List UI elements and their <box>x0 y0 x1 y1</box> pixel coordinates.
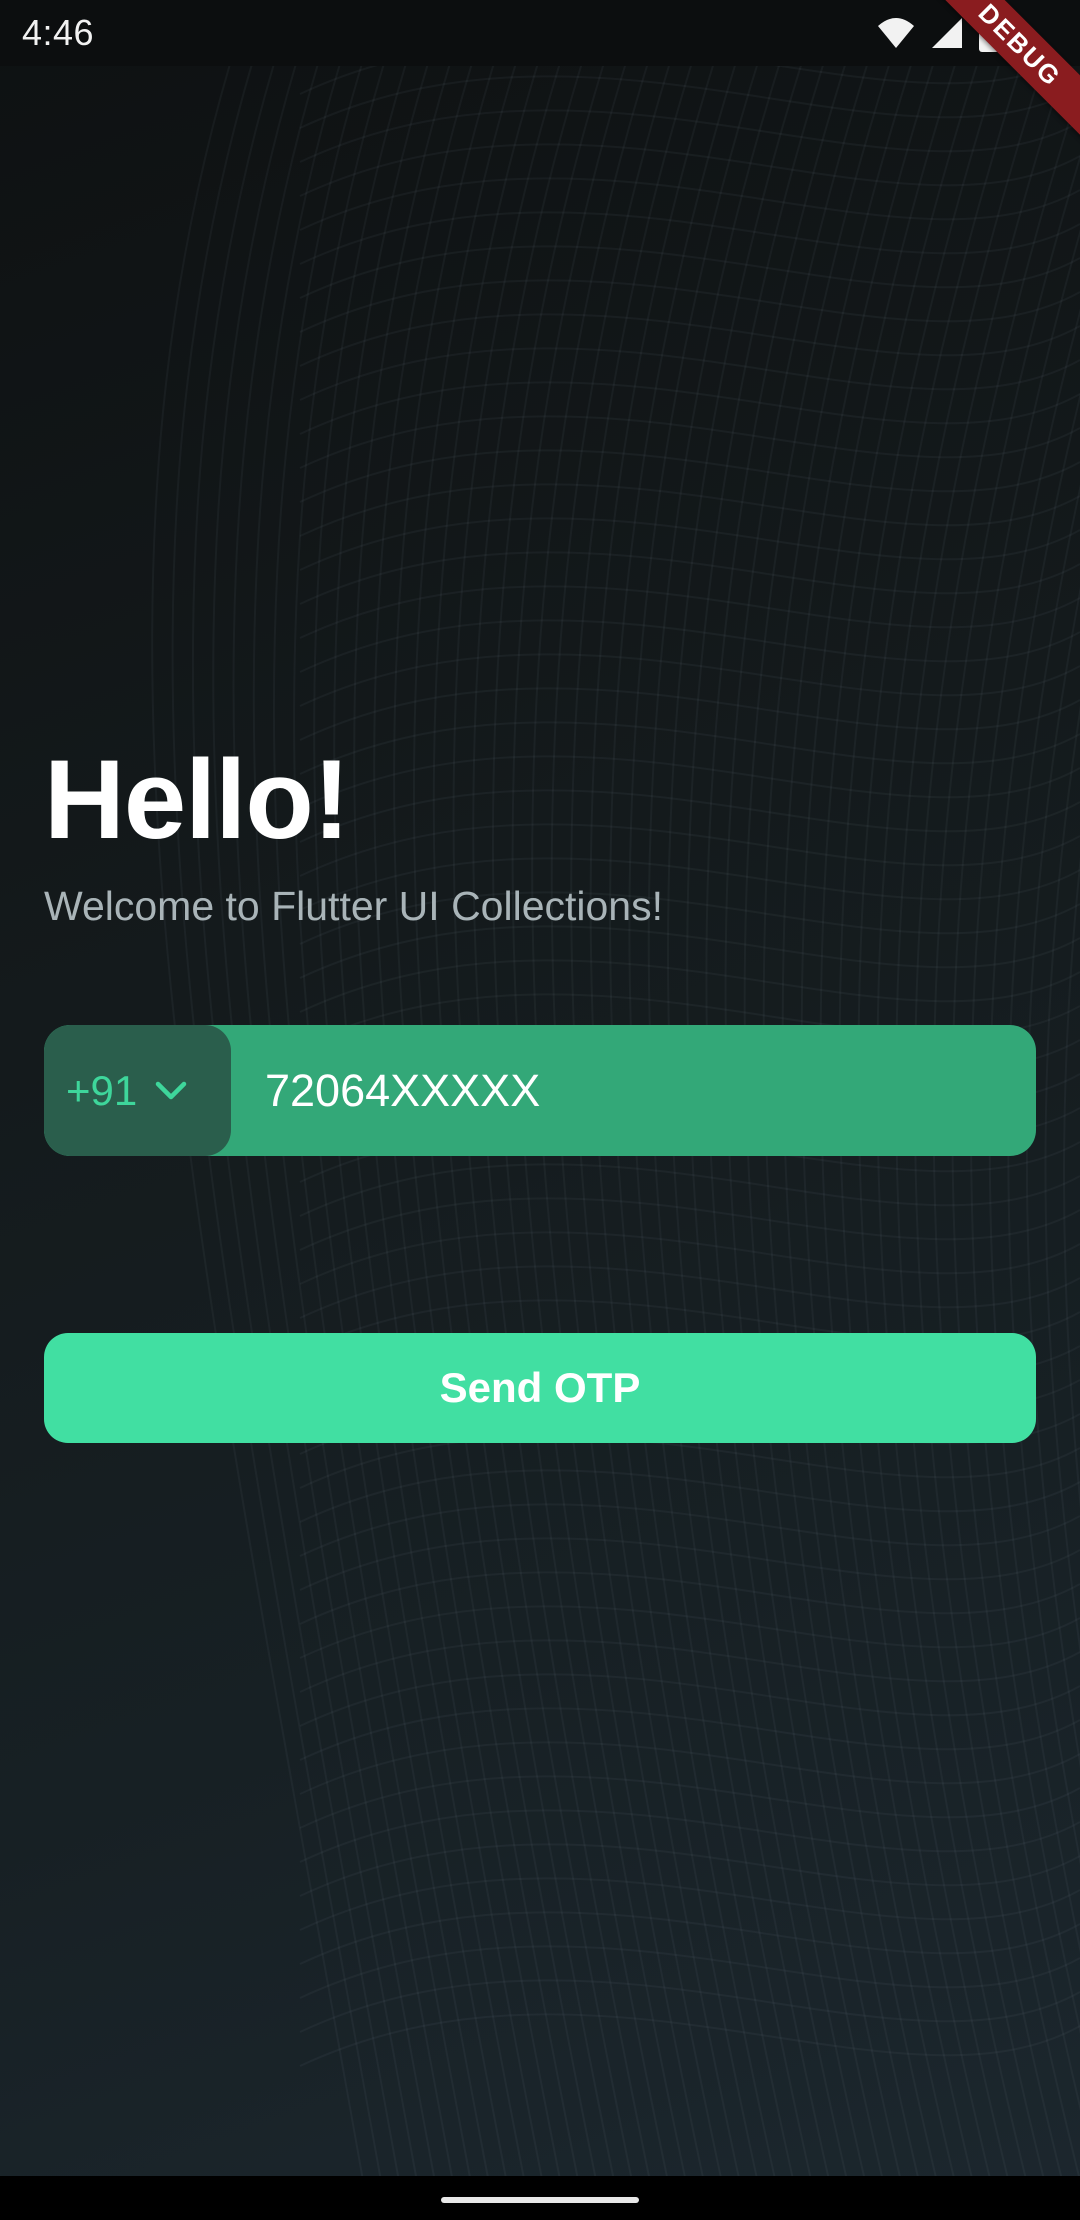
signal-icon <box>932 18 962 48</box>
page-subtitle: Welcome to Flutter UI Collections! <box>44 883 664 929</box>
home-indicator[interactable] <box>441 2197 639 2203</box>
wifi-icon <box>878 18 914 48</box>
login-screen: 4:46 DEBUG Hello! Welcome to Flutter UI … <box>0 0 1080 2220</box>
status-bar: 4:46 <box>0 0 1080 66</box>
phone-number-field: +91 <box>44 1025 1036 1156</box>
status-time: 4:46 <box>22 12 95 53</box>
country-code-dropdown[interactable]: +91 <box>44 1025 231 1156</box>
send-otp-button[interactable]: Send OTP <box>44 1333 1036 1443</box>
country-code-label: +91 <box>66 1066 138 1114</box>
chevron-down-icon <box>156 1081 187 1099</box>
page-title: Hello! <box>44 737 350 862</box>
phone-input[interactable] <box>265 1025 1005 1156</box>
